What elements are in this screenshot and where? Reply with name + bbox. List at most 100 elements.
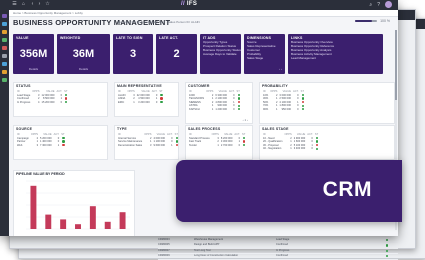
status-dot-icon <box>301 104 304 107</box>
tile-pager[interactable]: ‹ › <box>279 67 282 71</box>
table-row[interactable]: 40 - Negotiation 1 3 400 000 0 <box>262 147 319 151</box>
pager-page: 1 <box>244 118 247 122</box>
table-cell: Confirmed <box>276 243 288 247</box>
kpi-label: LATE ACT. <box>159 36 179 40</box>
sales-process-table: ID OPPS VALUE ACT. ST Standard Process 3 8 200 … <box>188 133 246 147</box>
table-row[interactable]: Tender 1 2 700 000 0 <box>188 144 246 148</box>
chart-bar-P2[interactable] <box>45 214 52 229</box>
chart-bar-P4[interactable] <box>75 224 81 229</box>
tile-link-item[interactable]: Sales Stage <box>247 56 276 61</box>
table-cell: Long Desc of Construction Calculation <box>194 254 239 258</box>
table-cell: 4 <box>38 100 40 104</box>
status-dot-icon <box>237 93 240 96</box>
status-dot-icon <box>301 101 304 104</box>
help-icon[interactable]: ? <box>377 2 380 8</box>
table-row[interactable]: Web 3 7 300 000 1 <box>16 144 66 148</box>
chart-bar-P1[interactable] <box>30 185 37 229</box>
chart-bar-P6[interactable] <box>104 221 111 229</box>
chart-bar-P5[interactable] <box>89 206 96 229</box>
status-dot-icon <box>65 97 68 100</box>
status-dot-icon <box>160 93 163 96</box>
customer-pager[interactable]: ‹ 1 › <box>243 118 248 122</box>
sidebar-item-8[interactable] <box>2 70 7 74</box>
card-source: SOURCE ID OPPS VALUE ACT. ST Campaign 2 5 200 0… <box>13 125 108 160</box>
status-dot-icon <box>243 136 246 139</box>
table-cell: 0 <box>60 100 63 104</box>
sidebar-item-6[interactable] <box>2 54 7 58</box>
tile-list: Opportunity Types Prospect Relation Statu… <box>203 40 241 57</box>
status-dot-icon <box>386 249 389 252</box>
card-customer: CUSTOMER ID OPPS VALUE ACT. ST 1000 2 6 300 000… <box>185 82 253 124</box>
tile-dimensions[interactable]: DIMENSIONS Source Sales Representative Cus… <box>244 34 285 74</box>
kpi-late-activities[interactable]: LATE ACT. 2 <box>156 34 197 74</box>
search-icon[interactable]: ⌕ <box>369 2 372 8</box>
card-title: CUSTOMER <box>188 84 210 88</box>
table-row[interactable]: 90% 1 950 000 0 <box>262 108 305 112</box>
status-dot-icon <box>237 101 240 104</box>
table-cell: In Progress <box>276 248 290 252</box>
ifs-logo: // IFS <box>181 1 197 7</box>
card-type: TYPE ID OPPS VALUE ACT. ST Internal Service 2 4… <box>114 125 179 160</box>
chart-bar-P7[interactable] <box>119 212 126 229</box>
table-cell: Demonstration Sales <box>118 143 143 147</box>
table-row[interactable]: Demonstration Sales 3 9 600 000 1 <box>117 144 179 148</box>
sidebar-item-7[interactable] <box>2 62 7 66</box>
status-dot-icon <box>301 97 304 100</box>
kpi-weighted[interactable]: WEIGHTED 36M Details <box>57 34 110 74</box>
status-dot-icon <box>65 101 68 104</box>
breadcrumb[interactable]: Home > Business Opportunity Management >… <box>9 10 398 17</box>
tile-link-item[interactable]: Lead Management <box>291 56 334 61</box>
bookmark-icon[interactable]: ☆ <box>45 2 50 7</box>
forward-icon[interactable]: › <box>37 2 42 7</box>
kpi-number: 2 <box>173 48 180 60</box>
table-cell: 1 <box>211 107 214 111</box>
status-indicator <box>300 108 305 112</box>
sidebar-item-5[interactable] <box>2 46 7 50</box>
back-icon[interactable]: ‹ <box>30 2 35 7</box>
sidebar-item-2[interactable] <box>2 22 7 26</box>
kpi-number: 356M <box>19 48 48 60</box>
tile-link-item[interactable]: Average Days to Validate <box>203 52 241 57</box>
card-probability: PROBABILITY ID OPPS VALUE ACT. ST 10% 2 3 000 0… <box>259 82 395 124</box>
status-dot-icon <box>386 255 389 258</box>
home-icon[interactable]: ⌂ <box>21 2 26 7</box>
sidebar-item-4[interactable] <box>2 38 7 42</box>
zoom-slider[interactable] <box>355 20 378 22</box>
tile-links[interactable]: LINKS Business Opportunity Overview Busin… <box>288 34 383 74</box>
kpi-label: LATE TO SIGN <box>116 36 143 40</box>
sidebar-item-1[interactable] <box>2 14 7 18</box>
pager-next-icon[interactable]: › <box>247 118 248 122</box>
sidebar-item-9[interactable] <box>2 78 7 82</box>
avatar[interactable] <box>385 1 392 8</box>
customer-table: ID OPPS VALUE ACT. ST 1000 2 6 300 000 0 TECHNOFI… <box>188 90 241 112</box>
scrollbar-thumb[interactable] <box>395 30 397 100</box>
pipeline-chart-card: PIPELINE VALUE BY PERIOD <box>13 170 135 236</box>
top-navigation-bar: ☰ ⌂ ‹ › ☆ // IFS ⌕ ? <box>9 0 398 10</box>
table-row[interactable]: In Progress 4 15 200 000 0 <box>16 101 68 105</box>
representative-table: ID OPPS VALUE ACT. ST ALAIN 3 22 000 000 0 ANNA 2 4… <box>117 90 164 104</box>
table-cell: 7 300 000 <box>40 143 52 147</box>
tile-it-ads[interactable]: IT ADS Opportunity Types Prospect Relatio… <box>200 34 241 74</box>
kpi-label: WEIGHTED <box>60 36 81 40</box>
type-table: ID OPPS VALUE ACT. ST Internal Service 2 4 000 … <box>117 133 179 147</box>
kpi-details-link[interactable]: Details <box>13 67 54 71</box>
card-title: TYPE <box>117 127 127 131</box>
chart-bar-P3[interactable] <box>60 219 67 229</box>
table-cell: Web <box>17 143 23 147</box>
kpi-value[interactable]: VALUE 356M Details <box>13 34 54 74</box>
table-cell: CRM0003 <box>158 238 170 241</box>
status-table: ID OPPS VALUE ACT. ST Lead Stage 3 12 000 000 0 C… <box>16 90 68 104</box>
kpi-details-link[interactable]: Details <box>57 67 110 71</box>
zoom-control[interactable]: 100 % <box>355 19 390 23</box>
table-cell: 1 200 000 <box>215 107 227 111</box>
table-row[interactable]: ERIC 1 3 200 000 0 <box>117 101 164 105</box>
topbar-right-group: ⌕ ? <box>369 1 392 8</box>
menu-icon[interactable]: ☰ <box>12 2 17 7</box>
crm-banner: CRM <box>176 160 402 222</box>
kpi-late-to-sign[interactable]: LATE TO SIGN 3 <box>113 34 153 74</box>
table-cell: 1 <box>275 107 278 111</box>
sidebar-item-3[interactable] <box>2 30 7 34</box>
table-cell: 1 <box>217 143 219 147</box>
table-row[interactable]: KAPSCH 1 1 200 000 0 <box>188 108 241 112</box>
status-indicator <box>63 101 68 105</box>
